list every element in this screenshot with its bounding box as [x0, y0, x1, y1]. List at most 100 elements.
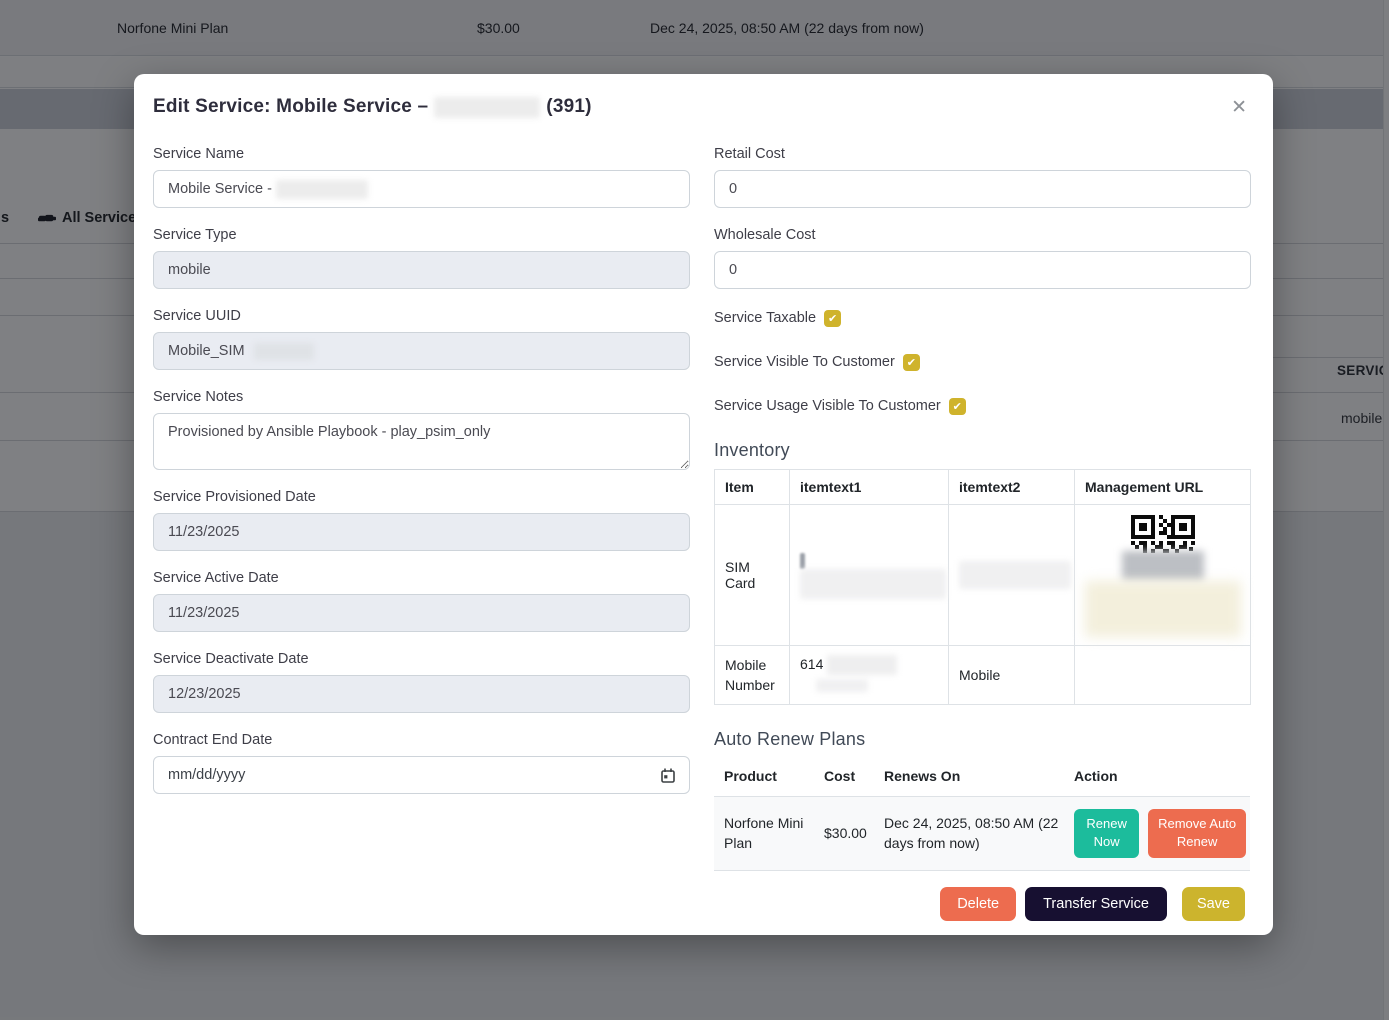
inventory-header-item: Item	[715, 470, 790, 505]
inventory-management-url-cell	[1075, 646, 1251, 705]
table-row: Mobile Number 614 Mobile	[715, 646, 1251, 705]
service-visible-row: Service Visible To Customer ✔	[714, 352, 1251, 372]
left-column: Service Name Mobile Service - Service Ty…	[153, 146, 690, 871]
redacted-management-text	[1085, 581, 1241, 637]
renew-now-button[interactable]: Renew Now	[1074, 809, 1139, 859]
deactivate-date-input[interactable]	[153, 675, 690, 713]
auto-renew-header-product: Product	[714, 758, 814, 797]
auto-renew-renews-on-cell: Dec 24, 2025, 08:50 AM (22 days from now…	[874, 796, 1064, 871]
service-usage-visible-label: Service Usage Visible To Customer	[714, 398, 941, 414]
checkbox-checked-icon: ✔	[953, 400, 962, 413]
retail-cost-input[interactable]	[714, 170, 1251, 208]
service-name-value: Mobile Service -	[168, 181, 272, 197]
inventory-itemtext2-cell: Mobile	[949, 646, 1075, 705]
auto-renew-heading: Auto Renew Plans	[714, 729, 1251, 750]
auto-renew-header-action: Action	[1064, 758, 1250, 797]
redacted-phone-number	[827, 655, 897, 675]
edit-service-modal: Edit Service: Mobile Service – (391) ✕ S…	[134, 74, 1273, 935]
service-type-input[interactable]	[153, 251, 690, 289]
close-icon[interactable]: ✕	[1227, 96, 1251, 119]
calendar-icon[interactable]	[661, 768, 675, 783]
inventory-item-cell: Mobile Number	[715, 646, 790, 705]
service-usage-visible-checkbox[interactable]: ✔	[949, 398, 966, 415]
service-usage-visible-row: Service Usage Visible To Customer ✔	[714, 396, 1251, 416]
inventory-header-management-url: Management URL	[1075, 470, 1251, 505]
service-taxable-label: Service Taxable	[714, 310, 816, 326]
service-taxable-checkbox[interactable]: ✔	[824, 310, 841, 327]
qr-code-image[interactable]	[1131, 515, 1195, 553]
service-name-label: Service Name	[153, 146, 690, 162]
auto-renew-action-cell: Renew Now Remove Auto Renew	[1064, 796, 1250, 871]
service-uuid-input[interactable]: Mobile_SIM	[153, 332, 690, 370]
redacted-sliver	[800, 553, 805, 569]
mobile-number-prefix: 614	[800, 656, 823, 672]
table-row: SIM Card	[715, 505, 1251, 646]
service-notes-field: Service Notes Provisioned by Ansible Pla…	[153, 389, 690, 470]
inventory-itemtext1-cell	[790, 505, 949, 646]
service-notes-label: Service Notes	[153, 389, 690, 405]
modal-footer: Delete Transfer Service Save	[134, 871, 1273, 921]
redacted-phone-number-2	[816, 679, 868, 692]
wholesale-cost-label: Wholesale Cost	[714, 227, 1251, 243]
inventory-header-itemtext2: itemtext2	[949, 470, 1075, 505]
transfer-service-button[interactable]: Transfer Service	[1025, 887, 1167, 921]
auto-renew-table: Product Cost Renews On Action Norfone Mi…	[714, 758, 1250, 872]
service-uuid-value: Mobile_SIM	[168, 343, 245, 359]
retail-cost-label: Retail Cost	[714, 146, 1251, 162]
inventory-header-row: Item itemtext1 itemtext2 Management URL	[715, 470, 1251, 505]
service-visible-label: Service Visible To Customer	[714, 354, 895, 370]
active-date-input[interactable]	[153, 594, 690, 632]
inventory-itemtext1-cell: 614	[790, 646, 949, 705]
modal-title-service-id: (391)	[546, 96, 591, 118]
service-uuid-label: Service UUID	[153, 308, 690, 324]
checkbox-checked-icon: ✔	[907, 356, 916, 369]
contract-end-label: Contract End Date	[153, 732, 690, 748]
inventory-table: Item itemtext1 itemtext2 Management URL …	[714, 469, 1251, 705]
remove-auto-renew-button[interactable]: Remove Auto Renew	[1148, 809, 1246, 859]
auto-renew-header-cost: Cost	[814, 758, 874, 797]
service-taxable-row: Service Taxable ✔	[714, 308, 1251, 328]
auto-renew-cost-cell: $30.00	[814, 796, 874, 871]
auto-renew-header-row: Product Cost Renews On Action	[714, 758, 1250, 797]
table-row: Norfone Mini Plan $30.00 Dec 24, 2025, 0…	[714, 796, 1250, 871]
redacted-customer-name	[434, 97, 540, 118]
contract-end-field: Contract End Date mm/dd/yyyy	[153, 732, 690, 794]
auto-renew-header-renews-on: Renews On	[874, 758, 1064, 797]
service-name-input[interactable]: Mobile Service -	[153, 170, 690, 208]
service-type-field: Service Type	[153, 227, 690, 289]
deactivate-date-field: Service Deactivate Date	[153, 651, 690, 713]
retail-cost-field: Retail Cost	[714, 146, 1251, 208]
service-name-field: Service Name Mobile Service -	[153, 146, 690, 208]
active-date-field: Service Active Date	[153, 570, 690, 632]
modal-title: Edit Service: Mobile Service – (391)	[153, 96, 592, 118]
provisioned-date-label: Service Provisioned Date	[153, 489, 690, 505]
inventory-itemtext2-cell	[949, 505, 1075, 646]
active-date-label: Service Active Date	[153, 570, 690, 586]
redacted-uuid-segment	[254, 343, 314, 360]
inventory-heading: Inventory	[714, 440, 1251, 461]
modal-title-text: Edit Service: Mobile Service –	[153, 96, 428, 118]
delete-button[interactable]: Delete	[940, 887, 1016, 921]
inventory-header-itemtext1: itemtext1	[790, 470, 949, 505]
date-placeholder: mm/dd/yyyy	[168, 767, 245, 783]
contract-end-date-input[interactable]: mm/dd/yyyy	[153, 756, 690, 794]
checkbox-checked-icon: ✔	[828, 312, 837, 325]
redacted-sim-number	[800, 569, 946, 599]
right-column: Retail Cost Wholesale Cost Service Taxab…	[714, 146, 1251, 871]
provisioned-date-field: Service Provisioned Date	[153, 489, 690, 551]
inventory-management-url-cell	[1075, 505, 1251, 646]
inventory-item-cell: SIM Card	[715, 505, 790, 646]
service-type-label: Service Type	[153, 227, 690, 243]
save-button[interactable]: Save	[1182, 887, 1245, 921]
service-uuid-field: Service UUID Mobile_SIM	[153, 308, 690, 370]
wholesale-cost-field: Wholesale Cost	[714, 227, 1251, 289]
service-visible-checkbox[interactable]: ✔	[903, 354, 920, 371]
redacted-qr-lower	[1122, 551, 1204, 581]
redacted-sim-text	[959, 561, 1071, 589]
wholesale-cost-input[interactable]	[714, 251, 1251, 289]
auto-renew-product-cell: Norfone Mini Plan	[714, 796, 814, 871]
redacted-name-segment	[276, 180, 368, 199]
provisioned-date-input[interactable]	[153, 513, 690, 551]
deactivate-date-label: Service Deactivate Date	[153, 651, 690, 667]
service-notes-textarea[interactable]: Provisioned by Ansible Playbook - play_p…	[153, 413, 690, 470]
